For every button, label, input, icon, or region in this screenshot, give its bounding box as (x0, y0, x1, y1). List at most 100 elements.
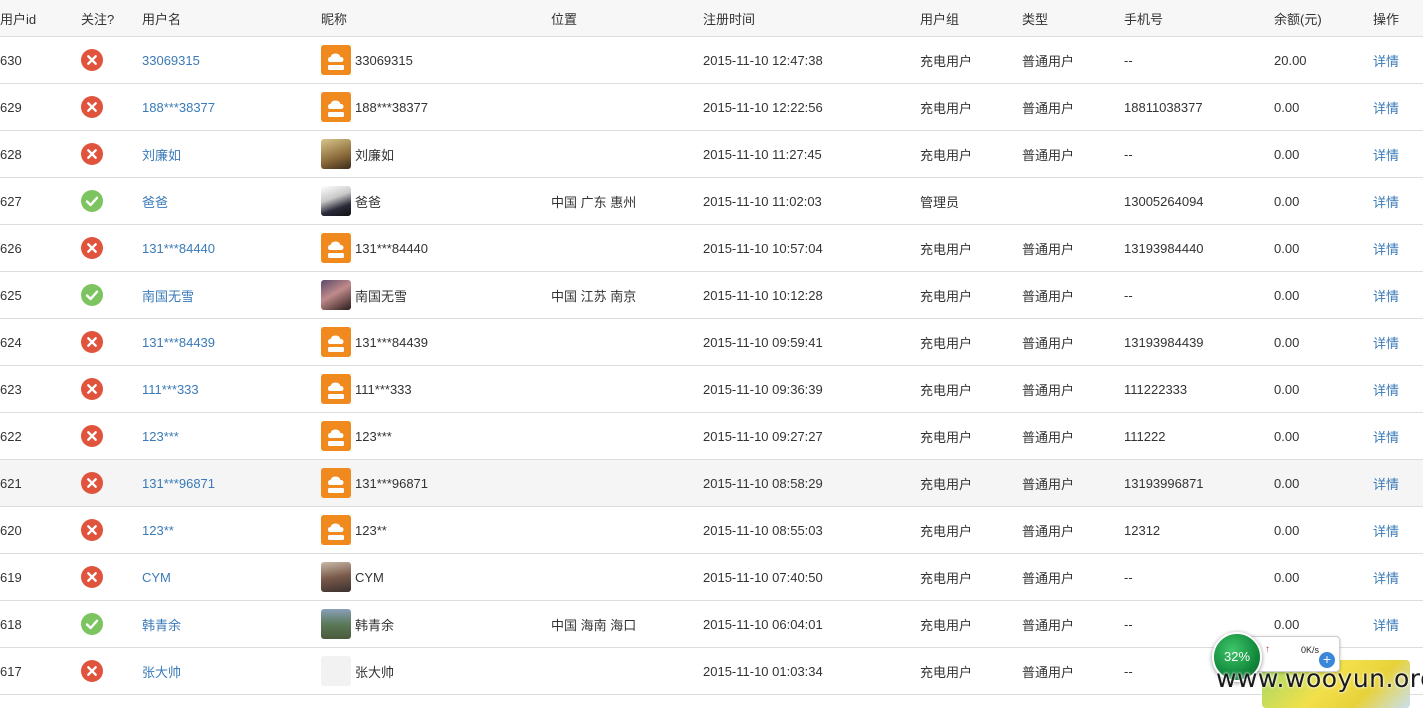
nickname-cell: 131***84439 (321, 319, 551, 365)
column-header-user-group: 用户组 (920, 0, 1022, 37)
username-link[interactable]: 131***84439 (142, 335, 215, 350)
nickname: 188***38377 (355, 99, 429, 115)
details-link[interactable]: 详情 (1373, 195, 1399, 210)
details-link[interactable]: 详情 (1373, 571, 1399, 586)
table-row: 618 韩青余 韩青余 中国 海南 海口 2015-11-10 06:04:01 充电用户… (0, 600, 1423, 648)
details-link[interactable]: 详情 (1373, 54, 1399, 69)
username-link[interactable]: 爸爸 (142, 195, 168, 210)
register-time: 2015-11-10 09:27:27 (703, 412, 920, 460)
unfollow-x-icon[interactable] (81, 472, 103, 494)
nickname-cell: 刘廉如 (321, 131, 551, 177)
column-header-location: 位置 (551, 0, 703, 37)
avatar (321, 608, 351, 639)
user-group: 充电用户 (920, 36, 1022, 84)
unfollow-x-icon[interactable] (81, 331, 103, 353)
username-link[interactable]: 111***333 (142, 382, 199, 397)
register-time: 2015-11-10 01:03:34 (703, 647, 920, 695)
unfollow-x-icon[interactable] (81, 49, 103, 71)
follow-status[interactable] (81, 130, 142, 178)
follow-check-icon[interactable] (81, 190, 103, 212)
unfollow-x-icon[interactable] (81, 425, 103, 447)
phone: 13193984440 (1124, 224, 1274, 272)
user-group: 充电用户 (920, 318, 1022, 366)
avatar (321, 138, 351, 169)
username-link[interactable]: 韩青余 (142, 618, 181, 633)
details-link[interactable]: 详情 (1373, 430, 1399, 445)
follow-check-icon[interactable] (81, 613, 103, 635)
nickname: 韩青余 (355, 617, 395, 633)
nickname-cell: 131***96871 (321, 460, 551, 506)
follow-status[interactable] (81, 647, 142, 695)
table-row: 629 188***38377 188***38377 2015-11-10 12:2… (0, 83, 1423, 131)
balance: 0.00 (1274, 271, 1373, 319)
user-id: 625 (0, 271, 81, 319)
username-link[interactable]: 南国无雪 (142, 289, 194, 304)
balance: 0.00 (1274, 177, 1373, 225)
phone: -- (1124, 553, 1274, 601)
follow-status[interactable] (81, 36, 142, 84)
unfollow-x-icon[interactable] (81, 237, 103, 259)
user-group: 管理员 (920, 177, 1022, 225)
username-link[interactable]: 131***84440 (142, 241, 215, 256)
nickname-cell: CYM (321, 554, 551, 600)
network-speed: 0K/s (1300, 645, 1319, 655)
user-type: 普通用户 (1022, 224, 1124, 272)
nickname: 131***84439 (355, 334, 429, 350)
user-id: 630 (0, 36, 81, 84)
username-link[interactable]: 刘廉如 (142, 148, 181, 163)
table-row: 621 131***96871 131***96871 2015-11-10 08:5… (0, 459, 1423, 507)
details-link[interactable]: 详情 (1373, 477, 1399, 492)
username-link[interactable]: 131***96871 (142, 476, 215, 491)
upload-arrow-icon: ↑ (1265, 644, 1270, 655)
location (551, 506, 703, 554)
details-link[interactable]: 详情 (1373, 336, 1399, 351)
follow-status[interactable] (81, 83, 142, 131)
nickname: CYM (355, 569, 384, 585)
cloud-logo-avatar-icon (321, 44, 351, 75)
details-link[interactable]: 详情 (1373, 242, 1399, 257)
follow-check-icon[interactable] (81, 284, 103, 306)
details-link[interactable]: 详情 (1373, 618, 1399, 633)
balance: 0.00 (1274, 83, 1373, 131)
column-header-follow: 关注? (81, 0, 142, 37)
user-id: 621 (0, 459, 81, 507)
username-link[interactable]: 188***38377 (142, 100, 215, 115)
user-type: 普通用户 (1022, 647, 1124, 695)
username-link[interactable]: 33069315 (142, 53, 200, 68)
username-link[interactable]: CYM (142, 570, 171, 585)
unfollow-x-icon[interactable] (81, 660, 103, 682)
details-link[interactable]: 详情 (1373, 289, 1399, 304)
register-time: 2015-11-10 12:47:38 (703, 36, 920, 84)
unfollow-x-icon[interactable] (81, 96, 103, 118)
unfollow-x-icon[interactable] (81, 566, 103, 588)
username-link[interactable]: 123** (142, 523, 174, 538)
location (551, 365, 703, 413)
nickname-cell: 南国无雪 (321, 272, 551, 318)
balance: 0.00 (1274, 412, 1373, 460)
follow-status[interactable] (81, 506, 142, 554)
follow-status[interactable] (81, 553, 142, 601)
username-link[interactable]: 123*** (142, 429, 179, 444)
location (551, 318, 703, 366)
column-header-phone: 手机号 (1124, 0, 1274, 37)
balance: 20.00 (1274, 36, 1373, 84)
cloud-logo-avatar-icon (321, 373, 351, 404)
details-link[interactable]: 详情 (1373, 524, 1399, 539)
follow-status[interactable] (81, 318, 142, 366)
user-type: 普通用户 (1022, 506, 1124, 554)
details-link[interactable]: 详情 (1373, 148, 1399, 163)
column-header-balance: 余额(元) (1274, 0, 1373, 37)
details-link[interactable]: 详情 (1373, 101, 1399, 116)
username-link[interactable]: 张大帅 (142, 665, 181, 680)
follow-status[interactable] (81, 365, 142, 413)
follow-status[interactable] (81, 412, 142, 460)
follow-status[interactable] (81, 177, 142, 225)
follow-status[interactable] (81, 271, 142, 319)
follow-status[interactable] (81, 224, 142, 272)
unfollow-x-icon[interactable] (81, 519, 103, 541)
details-link[interactable]: 详情 (1373, 383, 1399, 398)
follow-status[interactable] (81, 459, 142, 507)
unfollow-x-icon[interactable] (81, 143, 103, 165)
unfollow-x-icon[interactable] (81, 378, 103, 400)
follow-status[interactable] (81, 600, 142, 648)
